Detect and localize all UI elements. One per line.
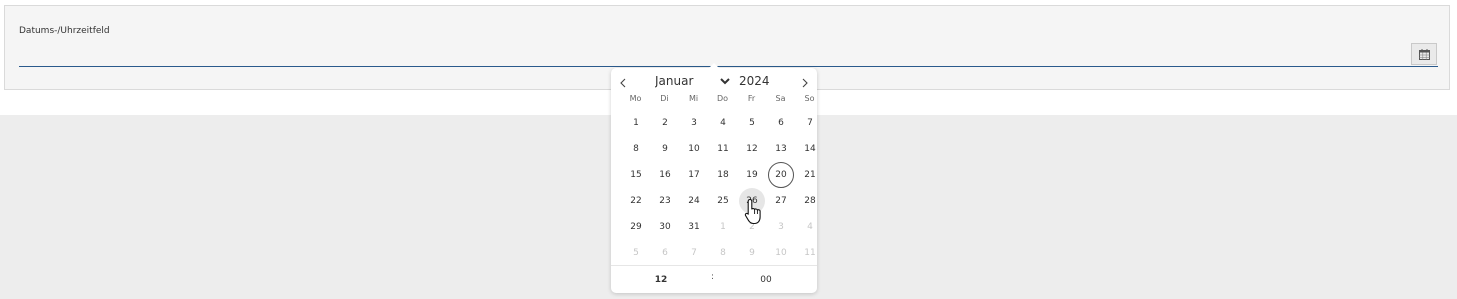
weekday-header: Mo Di Mi Do Fr Sa So xyxy=(611,94,817,104)
day-cell[interactable]: 24 xyxy=(681,188,707,214)
minute-input[interactable] xyxy=(746,272,786,288)
day-cell-other-month[interactable]: 1 xyxy=(710,214,736,240)
next-month-button[interactable] xyxy=(799,74,811,92)
day-cell[interactable]: 26 xyxy=(739,188,765,214)
day-cell[interactable]: 30 xyxy=(652,214,678,240)
day-cell-other-month[interactable]: 9 xyxy=(739,240,765,266)
calendar-popup: Januar MoDiMiDoFrSaSo 123456789101112131… xyxy=(611,63,817,294)
day-cell-other-month[interactable]: 11 xyxy=(797,240,823,266)
datetime-input[interactable] xyxy=(19,44,1438,67)
day-cell[interactable]: 2 xyxy=(652,110,678,136)
day-cell[interactable]: 28 xyxy=(797,188,823,214)
day-cell[interactable]: 1 xyxy=(623,110,649,136)
calendar-icon xyxy=(1418,45,1430,64)
weekday-label: Mo xyxy=(629,94,642,103)
weekday-label: Di xyxy=(660,94,669,103)
day-cell[interactable]: 22 xyxy=(623,188,649,214)
weekday-label: Do xyxy=(716,94,729,103)
day-cell[interactable]: 13 xyxy=(768,136,794,162)
weekday-label: Fr xyxy=(747,94,756,103)
day-cell[interactable]: 4 xyxy=(710,110,736,136)
prev-month-button[interactable] xyxy=(617,74,629,92)
day-cell-other-month[interactable]: 5 xyxy=(623,240,649,266)
weekday-label: Mi xyxy=(688,94,699,103)
chevron-left-icon xyxy=(620,78,626,88)
time-separator: : xyxy=(711,272,715,282)
day-cell[interactable]: 12 xyxy=(739,136,765,162)
calendar-button[interactable] xyxy=(1411,43,1437,65)
day-cell-other-month[interactable]: 7 xyxy=(681,240,707,266)
day-cell[interactable]: 23 xyxy=(652,188,678,214)
day-cell[interactable]: 18 xyxy=(710,162,736,188)
day-cell-other-month[interactable]: 6 xyxy=(652,240,678,266)
day-cell[interactable]: 8 xyxy=(623,136,649,162)
day-cell[interactable]: 17 xyxy=(681,162,707,188)
day-cell-other-month[interactable]: 4 xyxy=(797,214,823,240)
day-cell[interactable]: 21 xyxy=(797,162,823,188)
hour-input[interactable] xyxy=(641,272,681,288)
day-cell[interactable]: 3 xyxy=(681,110,707,136)
day-cell[interactable]: 25 xyxy=(710,188,736,214)
day-cell[interactable]: 29 xyxy=(623,214,649,240)
day-cell[interactable]: 11 xyxy=(710,136,736,162)
day-cell-other-month[interactable]: 8 xyxy=(710,240,736,266)
day-cell-today[interactable]: 20 xyxy=(768,162,794,188)
day-cell[interactable]: 15 xyxy=(623,162,649,188)
chevron-right-icon xyxy=(802,78,808,88)
day-cell-other-month[interactable]: 3 xyxy=(768,214,794,240)
day-cell-other-month[interactable]: 2 xyxy=(739,214,765,240)
day-cell[interactable]: 6 xyxy=(768,110,794,136)
time-picker: : xyxy=(611,265,817,294)
day-cell[interactable]: 16 xyxy=(652,162,678,188)
day-cell-other-month[interactable]: 10 xyxy=(768,240,794,266)
day-cell[interactable]: 5 xyxy=(739,110,765,136)
day-cell[interactable]: 31 xyxy=(681,214,707,240)
year-input[interactable] xyxy=(739,73,783,89)
day-cell[interactable]: 7 xyxy=(797,110,823,136)
day-cell[interactable]: 9 xyxy=(652,136,678,162)
day-cell[interactable]: 14 xyxy=(797,136,823,162)
field-label: Datums-/Uhrzeitfeld xyxy=(19,26,110,36)
day-cell[interactable]: 10 xyxy=(681,136,707,162)
day-cell[interactable]: 19 xyxy=(739,162,765,188)
weekday-label: Sa xyxy=(775,94,786,103)
weekday-label: So xyxy=(804,94,815,103)
month-select[interactable]: Januar xyxy=(651,73,733,89)
day-cell[interactable]: 27 xyxy=(768,188,794,214)
popup-arrow xyxy=(709,63,719,68)
